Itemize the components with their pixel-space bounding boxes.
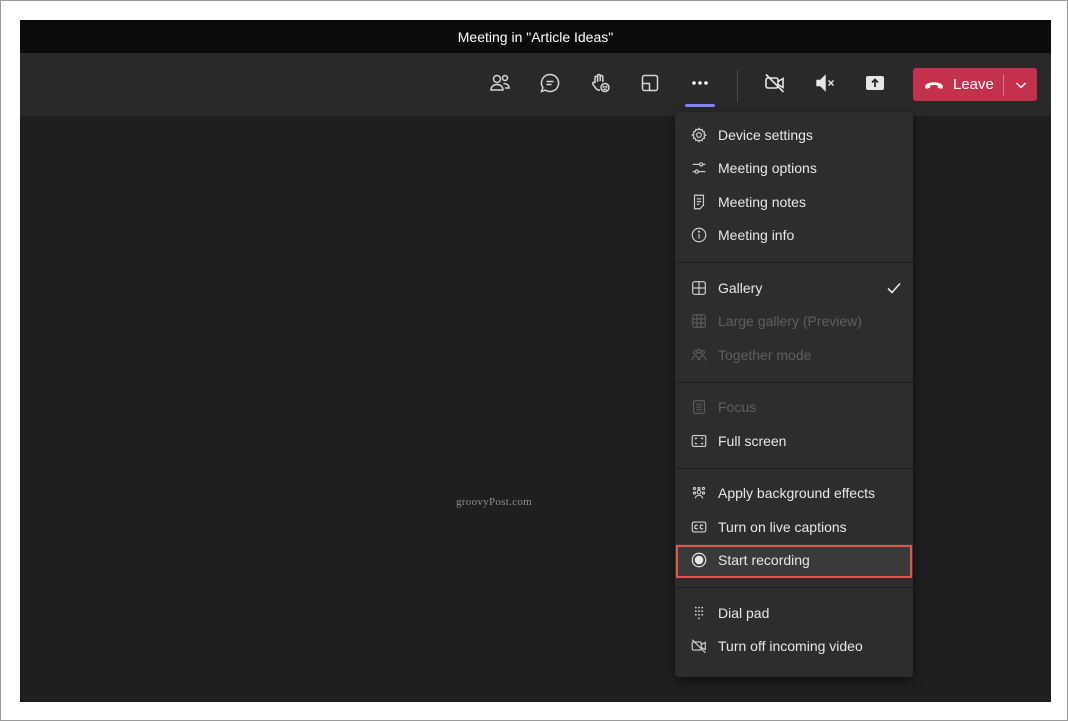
gear-icon [690, 126, 708, 144]
toolbar-divider [737, 70, 738, 102]
menu-item-large-gallery: Large gallery (Preview) [675, 305, 913, 339]
leave-options-button[interactable] [1004, 68, 1037, 101]
menu-item-label: Full screen [718, 432, 787, 449]
share-button[interactable] [857, 67, 893, 103]
menu-item-turn-off-incoming-video[interactable]: Turn off incoming video [675, 630, 913, 664]
menu-item-label: Dial pad [718, 604, 770, 621]
menu-item-label: Together mode [718, 346, 812, 363]
meeting-window: Meeting in "Article Ideas" Leave groovyP… [20, 20, 1051, 702]
menu-item-dial-pad[interactable]: Dial pad [675, 596, 913, 630]
menu-item-label: Meeting info [718, 227, 795, 244]
camera-off-icon [763, 71, 787, 100]
phone-hangup-icon [923, 74, 953, 96]
menu-item-background-effects[interactable]: Apply background effects [675, 477, 913, 511]
menu-item-meeting-info[interactable]: Meeting info [675, 219, 913, 253]
menu-item-label: Apply background effects [718, 485, 875, 502]
background-effects-icon [690, 484, 708, 502]
menu-item-live-captions[interactable]: Turn on live captions [675, 510, 913, 544]
more-options-menu: Device settings Meeting options Meeting … [675, 112, 913, 677]
gallery-icon [690, 279, 708, 297]
more-options-button[interactable] [682, 67, 718, 107]
chevron-down-icon [1014, 78, 1028, 92]
menu-divider [675, 587, 913, 588]
menu-item-start-recording[interactable]: Start recording [675, 543, 913, 578]
captions-icon [690, 518, 708, 536]
reactions-button[interactable] [582, 67, 618, 103]
menu-item-focus: Focus [675, 391, 913, 425]
checkmark-icon [887, 282, 901, 294]
reactions-icon [588, 71, 612, 100]
video-off-icon [690, 637, 708, 655]
menu-item-full-screen[interactable]: Full screen [675, 424, 913, 458]
menu-section-layout: Gallery Large gallery (Preview) Together… [675, 269, 913, 378]
menu-section-device: Device settings Meeting options Meeting … [675, 116, 913, 258]
menu-item-label: Turn off incoming video [718, 638, 863, 655]
sliders-icon [690, 159, 708, 177]
menu-item-label: Meeting options [718, 160, 817, 177]
together-mode-icon [690, 346, 708, 364]
leave-button[interactable]: Leave [913, 68, 1003, 101]
menu-divider [675, 262, 913, 263]
menu-item-label: Gallery [718, 279, 763, 296]
rooms-button[interactable] [632, 67, 668, 103]
menu-section-effects: Apply background effects Turn on live ca… [675, 475, 913, 584]
menu-item-label: Start recording [718, 552, 810, 569]
record-icon [690, 551, 708, 569]
more-options-icon [688, 71, 712, 100]
chat-icon [538, 71, 562, 100]
info-icon [690, 226, 708, 244]
active-indicator [685, 104, 715, 107]
menu-item-label: Device settings [718, 126, 813, 143]
people-button[interactable] [482, 67, 518, 103]
menu-section-view: Focus Full screen [675, 389, 913, 464]
menu-item-label: Focus [718, 399, 757, 416]
menu-item-meeting-options[interactable]: Meeting options [675, 152, 913, 186]
watermark: groovyPost.com [456, 496, 533, 508]
chat-button[interactable] [532, 67, 568, 103]
menu-item-together-mode: Together mode [675, 338, 913, 372]
menu-item-label: Turn on live captions [718, 518, 847, 535]
menu-section-calling: Dial pad Turn off incoming video [675, 594, 913, 669]
dial-pad-icon [690, 604, 708, 622]
share-screen-icon [863, 71, 887, 100]
rooms-icon [638, 71, 662, 100]
window-title: Meeting in "Article Ideas" [457, 28, 614, 45]
menu-item-meeting-notes[interactable]: Meeting notes [675, 185, 913, 219]
menu-item-device-settings[interactable]: Device settings [675, 118, 913, 152]
leave-label: Leave [953, 76, 994, 93]
menu-divider [675, 467, 913, 469]
menu-item-gallery[interactable]: Gallery [675, 271, 913, 305]
people-icon [488, 71, 512, 100]
mic-button[interactable] [807, 67, 843, 103]
menu-item-label: Meeting notes [718, 193, 806, 210]
menu-item-label: Large gallery (Preview) [718, 313, 862, 330]
title-bar: Meeting in "Article Ideas" [20, 20, 1051, 53]
full-screen-icon [690, 432, 708, 450]
meeting-toolbar: Leave [20, 53, 1051, 116]
focus-icon [690, 398, 708, 416]
large-gallery-icon [690, 312, 708, 330]
camera-button[interactable] [757, 67, 793, 103]
mic-mute-icon [813, 71, 837, 100]
notes-icon [690, 193, 708, 211]
menu-divider [675, 381, 913, 383]
leave-button-group: Leave [913, 68, 1037, 101]
